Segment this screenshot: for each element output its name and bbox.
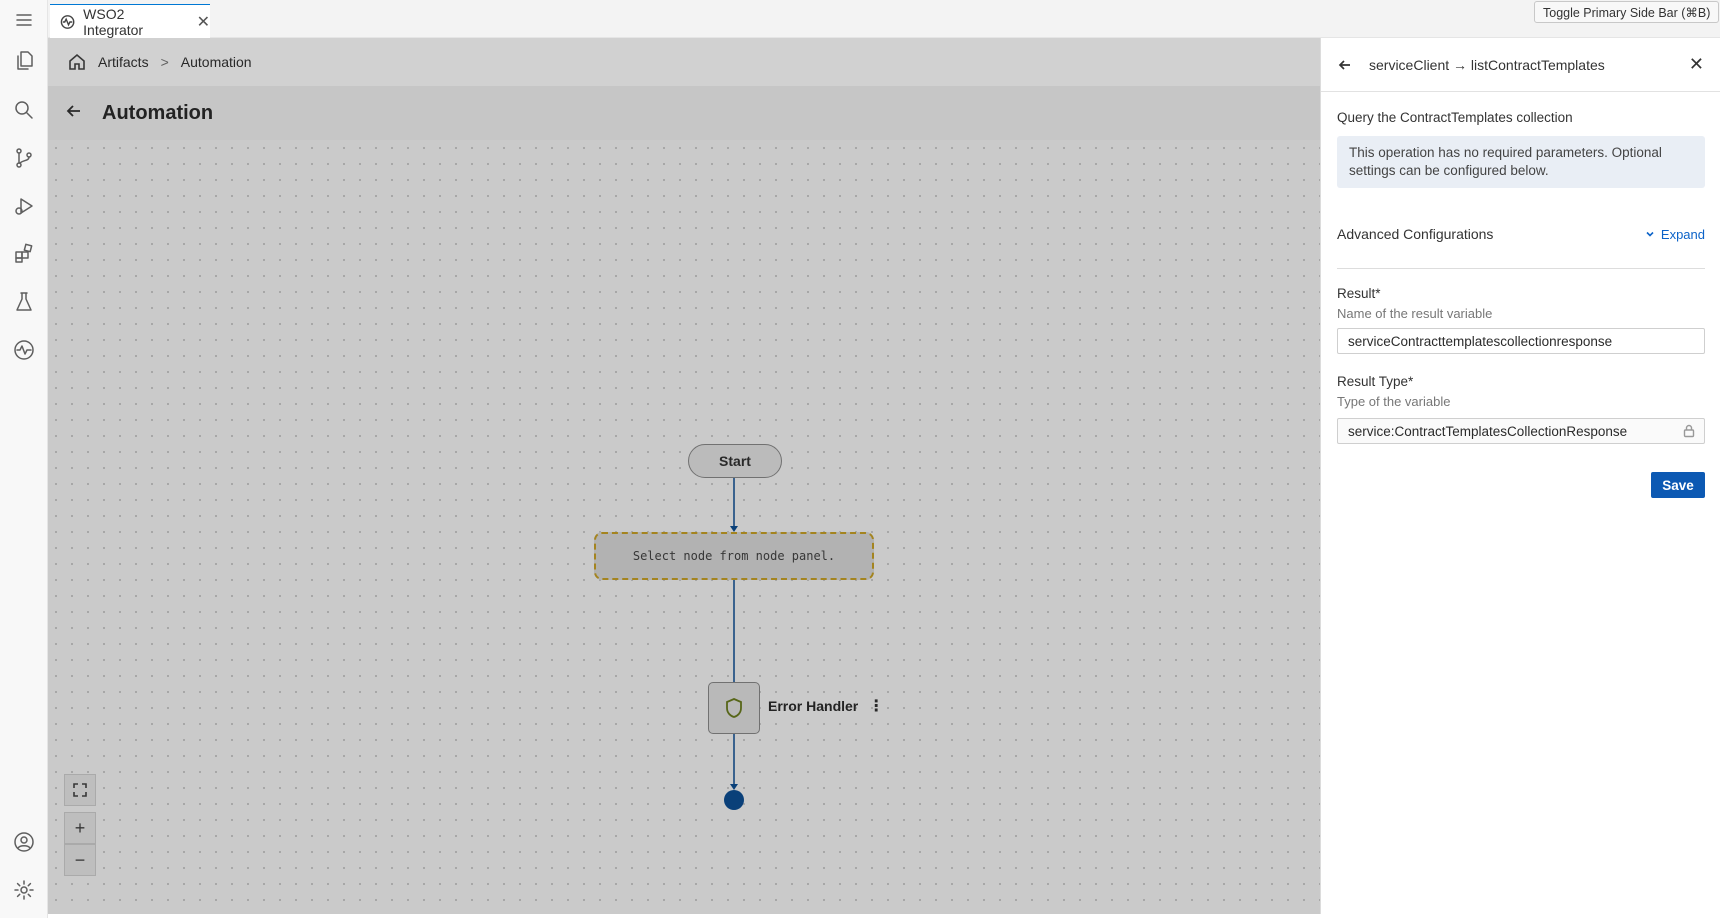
divider bbox=[1337, 268, 1705, 269]
tooltip: Toggle Primary Side Bar (⌘B) bbox=[1534, 1, 1720, 23]
search-icon[interactable] bbox=[6, 92, 42, 128]
end-node bbox=[724, 790, 744, 810]
tab-close-icon[interactable]: ✕ bbox=[197, 12, 210, 32]
testing-icon[interactable] bbox=[6, 284, 42, 320]
advanced-configurations-label: Advanced Configurations bbox=[1337, 226, 1494, 242]
integrator-tab-icon bbox=[60, 14, 75, 29]
expand-button[interactable]: Expand bbox=[1645, 227, 1705, 242]
activity-bar bbox=[0, 0, 48, 918]
editor-area: Artifacts > Automation Automation Start … bbox=[48, 38, 1320, 914]
result-input[interactable] bbox=[1337, 328, 1705, 354]
result-hint: Name of the result variable bbox=[1337, 306, 1493, 321]
integrator-icon[interactable] bbox=[6, 332, 42, 368]
error-handler-label-row: Error Handler ⋮ bbox=[768, 696, 884, 716]
info-box: This operation has no required parameter… bbox=[1337, 136, 1705, 188]
source-control-icon[interactable] bbox=[6, 140, 42, 176]
error-handler-label: Error Handler bbox=[768, 698, 859, 714]
tab-label: WSO2 Integrator bbox=[83, 5, 144, 38]
result-type-label: Result Type* bbox=[1337, 374, 1414, 389]
tab-bar: WSO2 Integrator ✕ bbox=[48, 0, 1720, 38]
panel-header: serviceClient → listContractTemplates ✕ bbox=[1321, 38, 1720, 92]
panel-close-icon[interactable]: ✕ bbox=[1689, 54, 1704, 75]
result-type-field: service:ContractTemplatesCollectionRespo… bbox=[1337, 418, 1705, 444]
result-type-hint: Type of the variable bbox=[1337, 394, 1451, 409]
flow-edges bbox=[730, 478, 738, 790]
zoom-in-button[interactable]: + bbox=[64, 812, 96, 844]
account-icon[interactable] bbox=[6, 824, 42, 860]
shield-icon bbox=[726, 698, 742, 718]
zoom-out-button[interactable]: − bbox=[64, 844, 96, 876]
result-type-value: service:ContractTemplatesCollectionRespo… bbox=[1348, 423, 1628, 439]
menu-icon[interactable] bbox=[6, 2, 42, 38]
settings-icon[interactable] bbox=[6, 872, 42, 908]
error-handler-node[interactable] bbox=[708, 682, 760, 734]
kebab-menu-icon[interactable]: ⋮ bbox=[868, 696, 884, 716]
expand-label: Expand bbox=[1660, 226, 1705, 242]
tab-wso2-integrator[interactable]: WSO2 Integrator ✕ bbox=[50, 4, 210, 38]
panel-back-icon[interactable] bbox=[1337, 57, 1353, 73]
start-node[interactable]: Start bbox=[688, 444, 782, 478]
advanced-configurations-row: Advanced Configurations Expand bbox=[1337, 220, 1705, 248]
result-label: Result* bbox=[1337, 286, 1381, 301]
chevron-down-icon bbox=[1646, 231, 1654, 237]
operation-description: Query the ContractTemplates collection bbox=[1337, 110, 1573, 125]
fit-screen-button[interactable] bbox=[64, 774, 96, 806]
lock-icon bbox=[1682, 424, 1696, 438]
config-panel: serviceClient → listContractTemplates ✕ … bbox=[1320, 38, 1720, 914]
extensions-icon[interactable] bbox=[6, 236, 42, 272]
explorer-icon[interactable] bbox=[6, 42, 42, 78]
panel-title: serviceClient → listContractTemplates bbox=[1369, 56, 1605, 73]
fit-screen-icon bbox=[73, 783, 87, 797]
save-button[interactable]: Save bbox=[1651, 472, 1705, 498]
placeholder-node[interactable]: Select node from node panel. bbox=[594, 532, 874, 580]
run-debug-icon[interactable] bbox=[6, 188, 42, 224]
